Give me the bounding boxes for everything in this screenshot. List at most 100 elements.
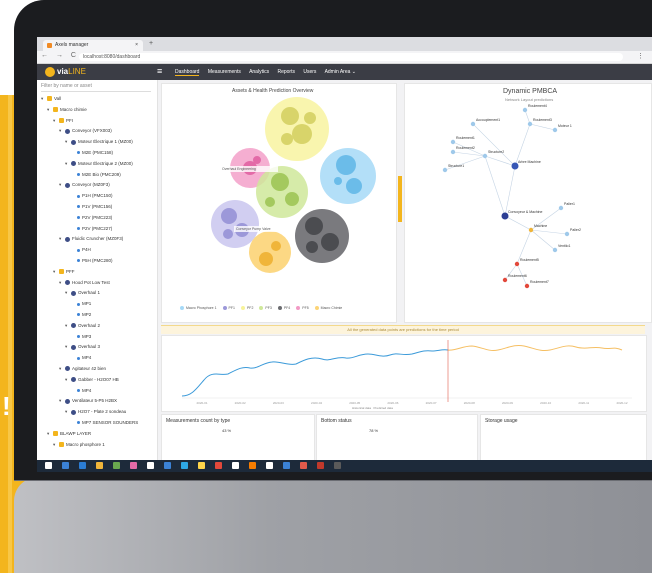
taskbar-app-icon[interactable] — [130, 462, 137, 469]
bubble-node[interactable] — [271, 173, 289, 191]
bubble-node[interactable] — [265, 197, 275, 207]
tree-item[interactable]: P4H — [71, 246, 91, 253]
bubble-node[interactable] — [285, 192, 299, 206]
taskbar-app-icon[interactable] — [79, 462, 86, 469]
close-tab-icon[interactable]: × — [135, 42, 138, 48]
tree-item[interactable]: MP4 — [71, 387, 91, 394]
tree-item[interactable]: ▾ PFI — [53, 117, 73, 124]
tree-item[interactable]: ▾ Conveyor (VFX003) — [59, 127, 112, 134]
legend-item[interactable]: Macro Chimie — [314, 306, 342, 311]
bubble-node[interactable] — [306, 241, 318, 253]
tree-item[interactable]: ▾ H2O7 - Plate 2 sondeau — [65, 408, 126, 415]
tree-item[interactable]: ▾ Macro phosphore 1 — [53, 441, 105, 448]
network-node[interactable] — [527, 121, 533, 127]
network-node[interactable] — [564, 231, 570, 237]
menu-dashboard[interactable]: Dashboard — [175, 69, 200, 76]
tree-item[interactable]: ▾ Overhaul 2 — [65, 322, 100, 329]
bubble-node[interactable] — [281, 107, 299, 125]
bubble-group-macro-chimie[interactable] — [295, 209, 349, 263]
taskbar-app-icon[interactable] — [215, 462, 222, 469]
bubble-group-pf5[interactable] — [211, 200, 259, 248]
app-logo[interactable]: viaLINE — [57, 67, 86, 76]
taskbar-app-icon[interactable] — [232, 462, 239, 469]
bubble-node[interactable] — [281, 133, 293, 145]
tree-filter-input[interactable]: Filter by name or asset — [41, 83, 151, 92]
taskbar-app-icon[interactable] — [283, 462, 290, 469]
tree-item[interactable]: MP2 — [71, 311, 91, 318]
menu-reports[interactable]: Reports — [277, 69, 295, 75]
taskbar-app-icon[interactable] — [198, 462, 205, 469]
legend-item[interactable]: PF3 — [259, 306, 272, 311]
network-node[interactable] — [552, 127, 558, 133]
legend-item[interactable]: PF4 — [277, 306, 290, 311]
tree-item[interactable]: MP4 — [71, 354, 91, 361]
bubble-node[interactable] — [346, 178, 362, 194]
bubble-group-macro-phosphore[interactable] — [249, 231, 291, 273]
taskbar-app-icon[interactable] — [164, 462, 171, 469]
tree-item[interactable]: ▾ Moteur Électrique 1 (MZ00) — [65, 138, 133, 145]
tree-item[interactable]: MP1 — [71, 300, 91, 307]
tree-item[interactable]: ▾ Hood Pot Low Test — [59, 279, 110, 286]
network-node[interactable] — [524, 283, 530, 289]
network-node[interactable] — [514, 261, 520, 267]
tree-item[interactable]: P5H (PMC280) — [71, 257, 113, 264]
network-node[interactable] — [470, 121, 476, 127]
tree-item[interactable]: ▾ Fluidic Cruncher (MZ0F3) — [59, 235, 123, 242]
taskbar-app-icon[interactable] — [45, 462, 52, 469]
browser-tab[interactable]: Axels manager × — [43, 40, 143, 51]
bubble-node[interactable] — [305, 217, 323, 235]
bubble-node[interactable] — [292, 124, 312, 144]
tree-item[interactable]: MP7 SENSOR SOUNDERS — [71, 419, 138, 426]
bubble-node[interactable] — [304, 112, 316, 124]
tree-item[interactable]: P2V (PMC227) — [71, 225, 112, 232]
tree-item[interactable]: ▾ Overhaul 1 — [65, 289, 100, 296]
taskbar-app-icon[interactable] — [62, 462, 69, 469]
bubble-node[interactable] — [253, 156, 261, 164]
network-node[interactable] — [450, 139, 456, 145]
taskbar-app-icon[interactable] — [334, 462, 341, 469]
bubble-node[interactable] — [321, 233, 339, 251]
tree-item[interactable]: ▾ Macro chimie — [47, 106, 87, 113]
tree-item[interactable]: ▾ Conveyor (MZ0F3) — [59, 181, 110, 188]
menu-analytics[interactable]: Analytics — [249, 69, 269, 75]
network-node[interactable] — [558, 205, 564, 211]
taskbar-app-icon[interactable] — [181, 462, 188, 469]
menu-users[interactable]: Users — [303, 69, 316, 75]
network-node[interactable] — [482, 153, 488, 159]
tree-item[interactable]: P2V (PMC223) — [71, 214, 112, 221]
new-tab-icon[interactable]: + — [149, 40, 153, 47]
hamburger-menu-icon[interactable]: ≡ — [157, 66, 162, 76]
legend-item[interactable]: PF5 — [296, 306, 309, 311]
legend-item[interactable]: PF1 — [222, 306, 235, 311]
network-node[interactable] — [450, 149, 456, 155]
taskbar-app-icon[interactable] — [113, 462, 120, 469]
menu-admin[interactable]: Admin Area ⌄ — [325, 69, 356, 75]
tree-item[interactable]: P1H (PMC150) — [71, 192, 113, 199]
bubble-node[interactable] — [223, 229, 233, 239]
network-node[interactable] — [442, 167, 448, 173]
network-node[interactable] — [552, 247, 558, 253]
taskbar-app-icon[interactable] — [266, 462, 273, 469]
tree-item[interactable]: M2E Bio (PMC209) — [71, 171, 121, 178]
taskbar-app-icon[interactable] — [300, 462, 307, 469]
tree-item[interactable]: ▾ Vall — [41, 95, 61, 102]
network-node[interactable] — [522, 107, 528, 113]
tree-item[interactable]: MP3 — [71, 333, 91, 340]
tree-item[interactable]: ▾ Moteur Électrique 2 (MZ00) — [65, 160, 133, 167]
tree-item[interactable]: M2E (PMC158) — [71, 149, 113, 156]
taskbar-app-icon[interactable] — [96, 462, 103, 469]
url-input[interactable]: localhost:8080/dashboard — [79, 53, 623, 61]
browser-menu-icon[interactable]: ⋮ — [637, 52, 644, 60]
tree-item[interactable]: ▾ Ventilateur 5-P5 H2BX — [59, 397, 117, 404]
taskbar-app-icon[interactable] — [249, 462, 256, 469]
bubble-node[interactable] — [271, 241, 281, 251]
taskbar-app-icon[interactable] — [317, 462, 324, 469]
bubble-node[interactable] — [336, 155, 356, 175]
legend-item[interactable]: Macro Phosphore 1 — [180, 306, 217, 311]
network-node[interactable] — [528, 227, 534, 233]
bubble-node[interactable] — [334, 177, 342, 185]
tree-item[interactable]: ▾ PFF — [53, 268, 75, 275]
tree-item[interactable]: ▾ Gabber - H2O07 HB — [65, 376, 119, 383]
network-node[interactable] — [502, 277, 508, 283]
bubble-node[interactable] — [259, 252, 273, 266]
